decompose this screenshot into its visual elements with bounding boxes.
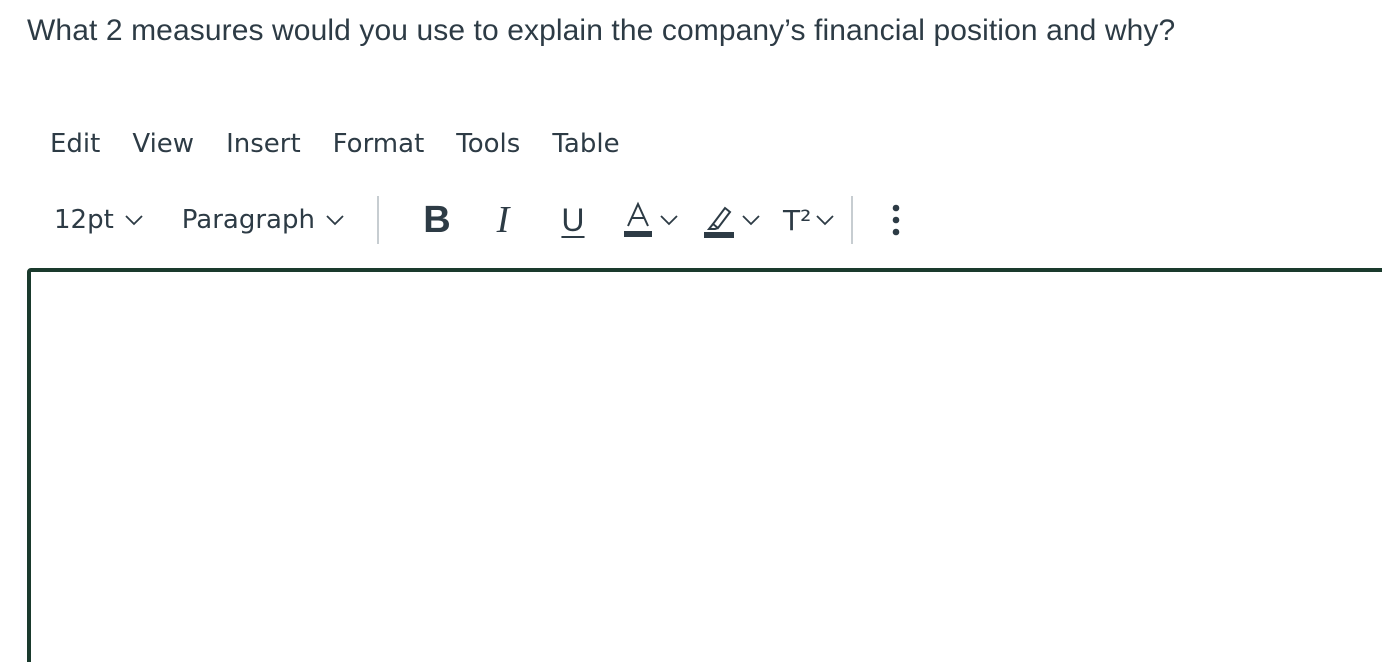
toolbar-separator — [376, 196, 379, 244]
more-options-button[interactable] — [881, 194, 911, 246]
highlight-color-button[interactable] — [703, 194, 761, 246]
text-color-button[interactable] — [623, 194, 679, 246]
editor-toolbar: 12pt Paragraph B I U T² — [44, 190, 1054, 250]
underline-button[interactable]: U — [541, 194, 605, 246]
chevron-down-icon — [326, 215, 344, 226]
menu-tools[interactable]: Tools — [440, 125, 536, 163]
menu-edit[interactable]: Edit — [34, 125, 116, 163]
bold-button[interactable]: B — [409, 194, 465, 246]
block-format-value: Paragraph — [181, 205, 315, 235]
menu-view[interactable]: View — [116, 125, 210, 163]
highlight-icon — [703, 206, 734, 238]
text-color-icon — [623, 201, 652, 237]
chevron-down-icon — [125, 215, 143, 226]
superscript-label: T² — [782, 203, 812, 237]
rich-text-editor-area[interactable] — [27, 268, 1382, 662]
editor-menubar: Edit View Insert Format Tools Table — [34, 122, 636, 166]
menu-format[interactable]: Format — [317, 125, 441, 163]
font-size-dropdown[interactable]: 12pt — [44, 199, 154, 241]
chevron-down-icon — [660, 215, 678, 226]
more-vertical-icon — [893, 204, 900, 236]
chevron-down-icon — [742, 215, 760, 226]
menu-insert[interactable]: Insert — [210, 125, 317, 163]
block-format-dropdown[interactable]: Paragraph — [172, 199, 355, 241]
superscript-button[interactable]: T² — [783, 194, 835, 246]
question-text: What 2 measures would you use to explain… — [27, 14, 1176, 47]
toolbar-separator — [851, 196, 854, 244]
menu-table[interactable]: Table — [536, 125, 635, 163]
font-size-value: 12pt — [54, 205, 114, 235]
italic-button[interactable]: I — [471, 194, 535, 246]
chevron-down-icon — [816, 215, 834, 226]
